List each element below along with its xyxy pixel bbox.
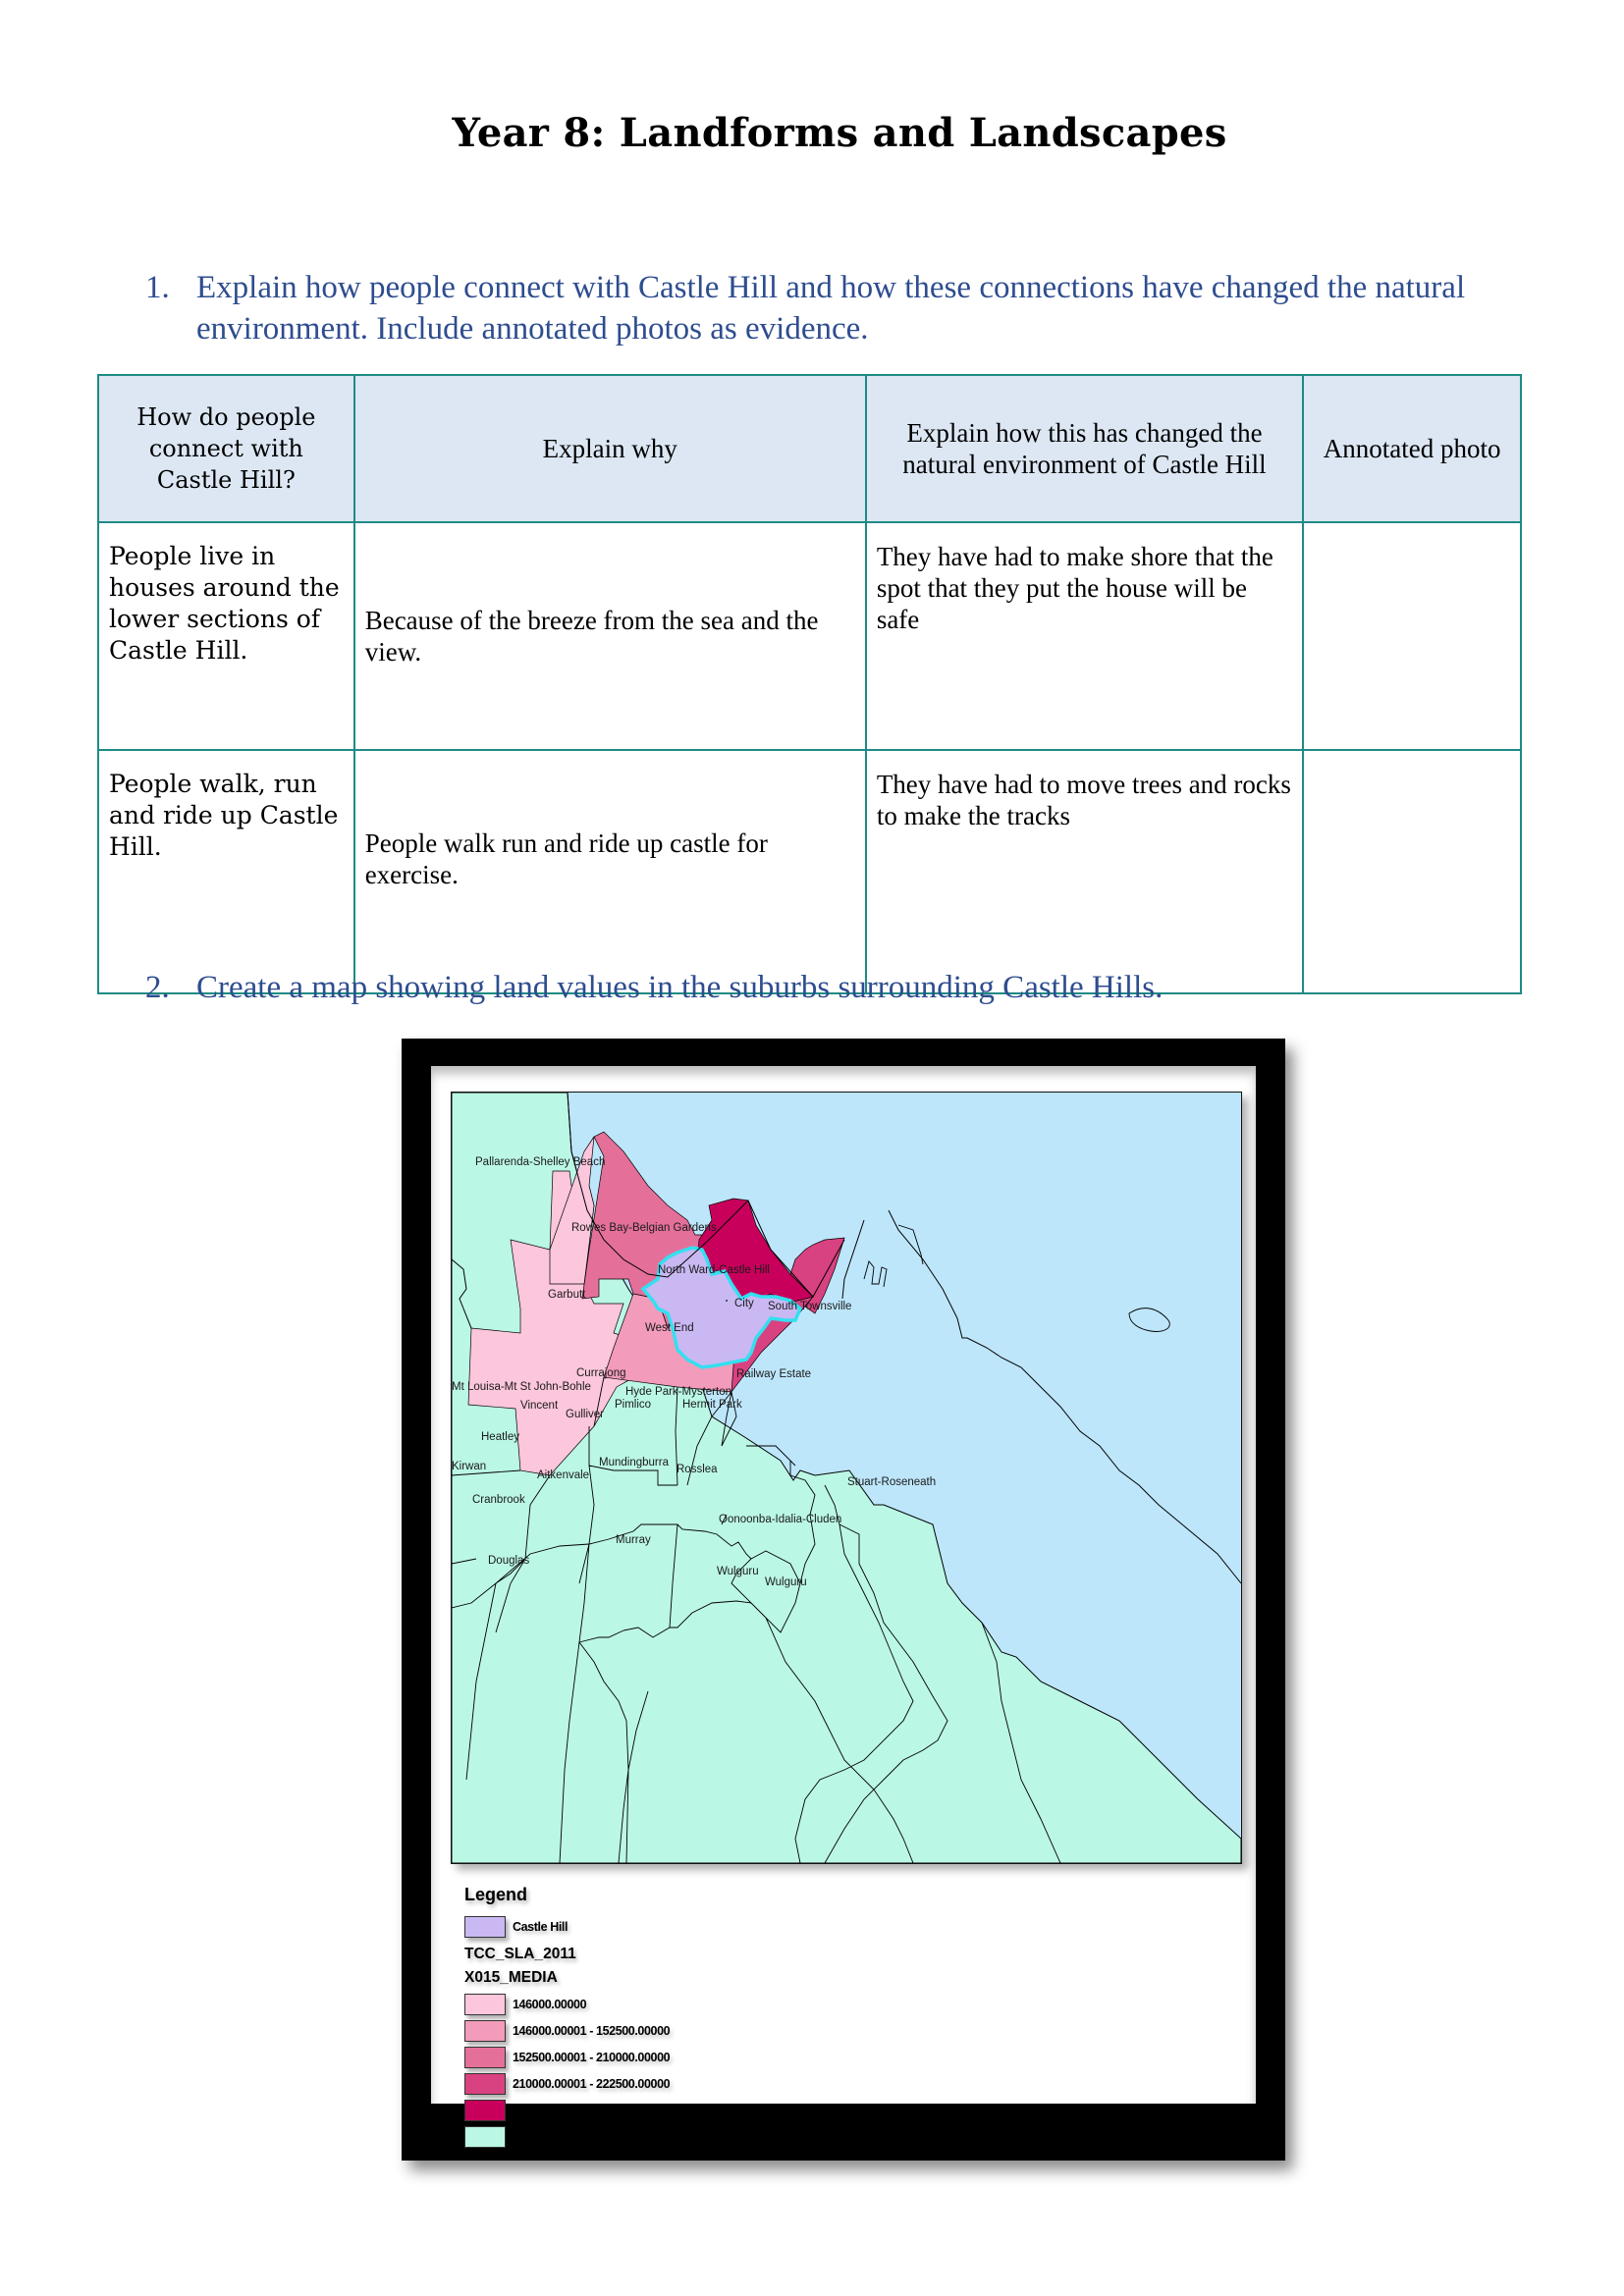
header-change: Explain how this has changed the natural… [864, 374, 1305, 523]
legend-layer-name: TCC_SLA_2011 [464, 1946, 576, 1962]
cell-photo[interactable] [1302, 749, 1522, 994]
legend-label: 210000.00001 - 222500.00000 [513, 2076, 671, 2091]
legend-item-base: TCC_SLA_2011 [464, 2123, 670, 2150]
legend-item-castle-hill: Castle Hill [464, 1913, 670, 1940]
label-cranbrook: Cranbrook [472, 1494, 525, 1506]
table-row: People live in houses around the lower s… [97, 521, 1522, 751]
land-value-map: Pallarenda-Shelley Beach Rowes Bay-Belgi… [451, 1092, 1242, 1864]
label-west-end: West End [645, 1322, 694, 1334]
legend-swatch [464, 2125, 506, 2148]
label-murray: Murray [616, 1534, 651, 1546]
legend-swatch [464, 2046, 506, 2068]
map-svg: Pallarenda-Shelley Beach Rowes Bay-Belgi… [452, 1093, 1241, 1863]
map-frame: Pallarenda-Shelley Beach Rowes Bay-Belgi… [402, 1039, 1285, 2161]
label-rowes-bay: Rowes Bay-Belgian Gardens [571, 1222, 717, 1234]
label-heatley: Heatley [481, 1431, 519, 1443]
cell-why: Because of the breeze from the sea and t… [352, 521, 867, 751]
label-kirwan: Kirwan [452, 1461, 486, 1472]
label-wulguru-1: Wulguru [717, 1566, 759, 1577]
cell-connection: People live in houses around the lower s… [97, 521, 355, 751]
label-mt-louisa: Mt Louisa-Mt St John-Bohle [452, 1381, 591, 1393]
question-2: 2. Create a map showing land values in t… [145, 967, 1520, 1008]
label-south-townsville: South Townsville [768, 1301, 851, 1312]
legend-swatch [464, 1993, 506, 2015]
cell-connection: People walk, run and ride up Castle Hill… [97, 749, 355, 994]
label-pimlico: Pimlico [615, 1399, 651, 1411]
label-railway-estate: Railway Estate [736, 1368, 811, 1380]
legend-item-class-1: 146000.00000 [464, 1991, 670, 2017]
label-currajong: Currajong [576, 1367, 626, 1379]
question-2-number: 2. [145, 970, 170, 1005]
cell-why: People walk run and ride up castle for e… [352, 749, 867, 994]
legend-item-class-3: 152500.00001 - 210000.00000 [464, 2044, 671, 2070]
legend-item-class-4: 210000.00001 - 222500.00000 [464, 2070, 671, 2097]
document-title: Year 8: Landforms and Landscapes [452, 110, 1227, 156]
label-aitkenvale: Aitkenvale [537, 1469, 589, 1481]
legend-label: 146000.00001 - 152500.00000 [513, 2023, 671, 2038]
question-1: 1. Explain how people connect with Castl… [145, 267, 1520, 349]
label-pallarenda: Pallarenda-Shelley Beach [475, 1156, 605, 1168]
legend-swatch [464, 2019, 506, 2042]
legend-item-class-5: 222500.00001 - 320000.00000 [464, 2097, 671, 2123]
header-why: Explain why [352, 374, 867, 523]
header-connection: How do people connect with Castle Hill? [97, 374, 355, 523]
legend-item-class-2: 146000.00001 - 152500.00000 [464, 2017, 671, 2044]
legend-label: 152500.00001 - 210000.00000 [513, 2050, 671, 2064]
legend-swatch [464, 2099, 506, 2121]
castle-hill-centroid [726, 1300, 728, 1302]
question-2-text: Create a map showing land values in the … [196, 970, 1164, 1005]
question-1-text: Explain how people connect with Castle H… [196, 270, 1466, 347]
label-city: City [734, 1298, 754, 1309]
map-legend: Legend Castle Hill TCC_SLA_2011 X015_MED… [464, 1885, 671, 2150]
cell-change: They have had to make shore that the spo… [864, 521, 1305, 751]
label-hermit-park: Hermit Park [682, 1399, 742, 1411]
label-mundingburra: Mundingburra [599, 1457, 670, 1468]
legend-swatch-castle-hill [464, 1915, 506, 1938]
cell-photo[interactable] [1302, 521, 1522, 751]
label-rosslea: Rosslea [677, 1464, 718, 1475]
map-layout-page: Pallarenda-Shelley Beach Rowes Bay-Belgi… [431, 1066, 1256, 2148]
label-garbutt: Garbutt [548, 1289, 586, 1301]
label-gulliver: Gulliver [566, 1409, 604, 1420]
label-oonoonba: Oonoonba-Idalia-Cluden [719, 1514, 841, 1525]
legend-swatch [464, 2072, 506, 2095]
label-douglas: Douglas [488, 1555, 529, 1567]
label-stuart: Stuart-Roseneath [847, 1476, 936, 1488]
connections-table: How do people connect with Castle Hill? … [97, 374, 1522, 994]
label-north-ward: North Ward-Castle Hill [658, 1264, 770, 1276]
legend-title: Legend [464, 1885, 528, 1904]
cell-change: They have had to move trees and rocks to… [864, 749, 1305, 994]
legend-label: 146000.00000 [513, 1997, 587, 2011]
table-header-row: How do people connect with Castle Hill? … [97, 374, 1522, 523]
label-hyde-park: Hyde Park-Mysterton [625, 1386, 731, 1398]
legend-label: TCC_SLA_2011 [513, 2129, 598, 2144]
label-vincent: Vincent [520, 1400, 559, 1412]
label-wulguru-2: Wulguru [765, 1576, 807, 1588]
legend-label: Castle Hill [513, 1919, 568, 1934]
legend-field-name: X015_MEDIA [464, 1969, 558, 1986]
question-1-number: 1. [145, 270, 170, 305]
header-photo: Annotated photo [1302, 374, 1522, 523]
legend-label: 222500.00001 - 320000.00000 [513, 2103, 671, 2117]
table-row: People walk, run and ride up Castle Hill… [97, 749, 1522, 994]
